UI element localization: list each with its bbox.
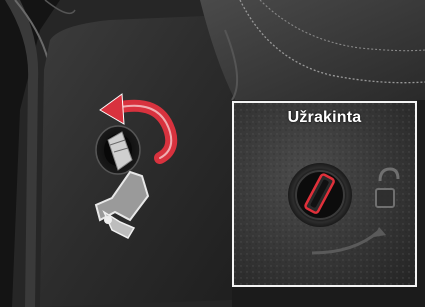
locked-label: Užrakinta	[287, 109, 362, 126]
zoom-inset: Užrakinta	[232, 101, 417, 287]
keyhole-closeup	[234, 103, 415, 285]
photo-frame: Užrakinta	[0, 0, 425, 307]
